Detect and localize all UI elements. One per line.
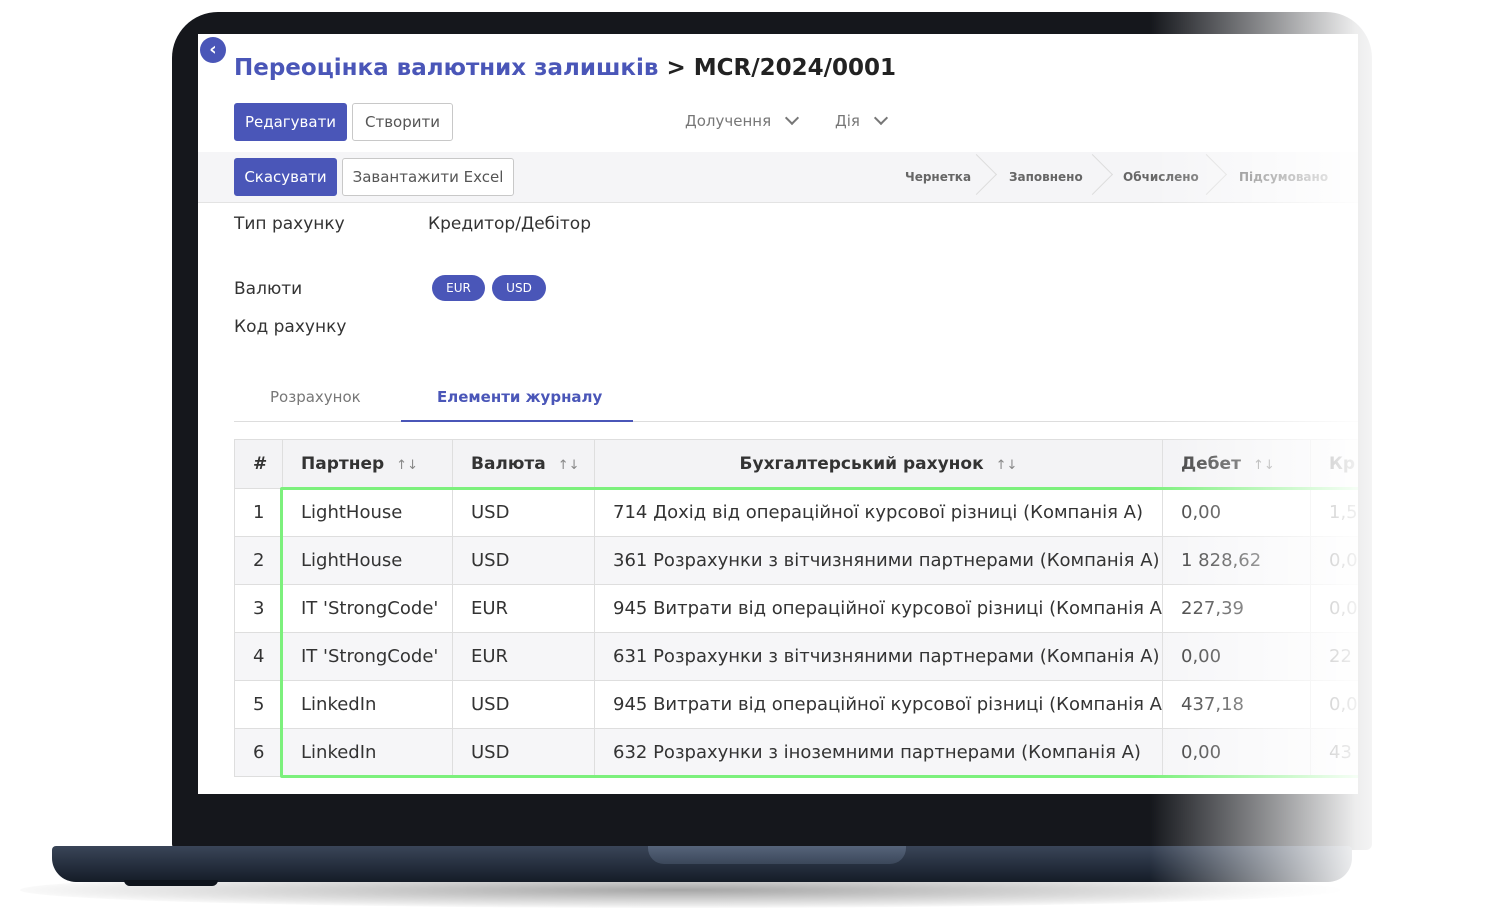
step-filled[interactable]: Заповнено: [1009, 170, 1083, 184]
breadcrumb-parent[interactable]: Переоцінка валютних залишків: [234, 55, 658, 81]
column-header-currency[interactable]: Валюта ↑↓: [452, 439, 595, 489]
sort-icon[interactable]: ↑↓: [558, 458, 580, 473]
account-code-label: Код рахунку: [234, 317, 347, 337]
attachments-dropdown[interactable]: Долучення: [685, 110, 800, 130]
attachments-label: Долучення: [685, 112, 772, 130]
account-type-label: Тип рахунку: [234, 214, 345, 234]
currencies-label: Валюти: [234, 279, 303, 299]
highlight-box: [280, 487, 1358, 778]
column-header-credit-label: Кр: [1329, 454, 1356, 474]
sort-icon[interactable]: ↑↓: [996, 458, 1018, 473]
column-header-currency-label: Валюта: [471, 454, 546, 474]
breadcrumb-separator-icon: >: [666, 55, 686, 81]
sort-icon[interactable]: ↑↓: [396, 458, 418, 473]
page-title: Переоцінка валютних залишків > MCR/2024/00…: [234, 55, 896, 81]
row-number[interactable]: 1: [234, 488, 283, 537]
column-header-partner[interactable]: Партнер ↑↓: [282, 439, 453, 489]
currency-tag-eur[interactable]: EUR: [432, 275, 485, 301]
active-tab-underline: [401, 420, 633, 422]
account-type-value[interactable]: Кредитор/Дебітор: [428, 214, 591, 234]
chevron-down-icon: [785, 110, 800, 126]
action-label: Дія: [835, 112, 860, 130]
column-header-debit-label: Дебет: [1181, 454, 1241, 474]
tab-journal-items[interactable]: Елементи журналу: [437, 388, 602, 406]
row-number[interactable]: 4: [234, 632, 283, 681]
column-header-number: #: [234, 439, 283, 489]
row-number[interactable]: 6: [234, 728, 283, 777]
edit-button[interactable]: Редагувати: [234, 103, 347, 141]
step-separator: [1071, 153, 1114, 196]
column-header-credit[interactable]: Кр: [1310, 439, 1358, 489]
step-separator: [1185, 153, 1228, 196]
column-header-account-label: Бухгалтерський рахунок: [739, 454, 984, 474]
laptop-foot: [124, 880, 218, 886]
row-number[interactable]: 3: [234, 584, 283, 633]
download-excel-button[interactable]: Завантажити Excel: [342, 158, 514, 196]
back-arrow-icon[interactable]: ‹: [200, 37, 226, 63]
sort-icon[interactable]: ↑↓: [1253, 458, 1275, 473]
step-summarized[interactable]: Підсумовано: [1239, 170, 1328, 184]
column-header-partner-label: Партнер: [301, 454, 385, 474]
row-number[interactable]: 2: [234, 536, 283, 585]
table-header-row: # Партнер ↑↓ Валюта ↑↓ Бухгалтерський раху…: [234, 439, 1358, 489]
currency-tag-usd[interactable]: USD: [492, 275, 546, 301]
column-header-debit[interactable]: Дебет ↑↓: [1162, 439, 1311, 489]
record-name: MCR/2024/0001: [693, 55, 897, 81]
step-separator: [955, 153, 998, 196]
laptop-screen: ‹ Переоцінка валютних залишків > MCR/2024/…: [198, 34, 1358, 794]
cancel-button[interactable]: Скасувати: [234, 158, 337, 196]
chevron-down-icon: [873, 110, 888, 126]
laptop-hinge-notch: [648, 846, 906, 864]
create-button[interactable]: Створити: [352, 103, 453, 141]
status-bar: Скасувати Завантажити Excel Чернетка Зап…: [198, 152, 1358, 203]
action-dropdown[interactable]: Дія: [835, 110, 888, 130]
row-number[interactable]: 5: [234, 680, 283, 729]
tab-calculation[interactable]: Розрахунок: [270, 388, 361, 406]
column-header-account[interactable]: Бухгалтерський рахунок ↑↓: [594, 439, 1163, 489]
